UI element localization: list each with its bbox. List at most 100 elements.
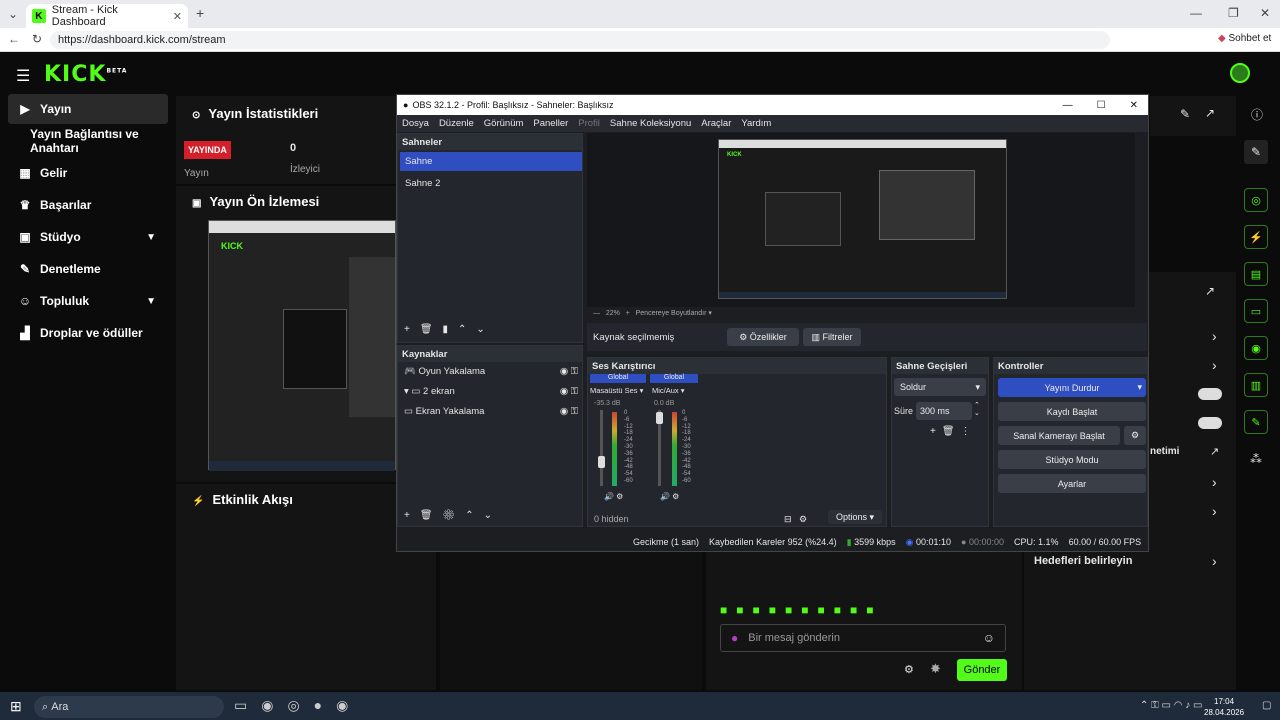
system-tray[interactable]: ⌃ ⚿ ▭ ◠ ♪ ▭ <box>1140 700 1203 711</box>
menu-sahne-koleksiyonu[interactable]: Sahne Koleksiyonu <box>610 118 691 129</box>
stop-stream-button[interactable]: Yayını Durdur ▾ <box>998 378 1146 397</box>
source-item[interactable]: 🎮 Oyun Yakalama ◉ ⚿ <box>404 366 578 377</box>
properties-button[interactable]: ⚙ Özellikler <box>727 328 799 346</box>
source-item[interactable]: ▭ Ekran Yakalama ◉ ⚿ <box>404 406 578 417</box>
menu-paneller[interactable]: Paneller <box>533 118 568 129</box>
start-recording-button[interactable]: Kaydı Başlat <box>998 402 1146 421</box>
options-button[interactable]: Options ▾ <box>828 510 882 524</box>
sidebar-item-denetleme[interactable]: ✎ Denetleme <box>8 254 168 284</box>
ch2-fader-handle[interactable] <box>656 412 663 424</box>
browser-tab[interactable]: K Stream - Kick Dashboard ✕ <box>26 4 188 28</box>
restore-icon[interactable]: ❐ <box>1228 6 1239 20</box>
lightning-icon[interactable]: ⚡ <box>1244 225 1268 249</box>
source-group-item[interactable]: ▾ ▭ 2 ekran ◉ ⚿ <box>404 386 578 397</box>
chat-input[interactable]: ● Bir mesaj gönderin ☺ <box>720 624 1006 652</box>
points-icon[interactable]: ✸ <box>930 661 941 677</box>
menu-yardim[interactable]: Yardım <box>741 118 771 129</box>
windows-start-icon[interactable]: ⊞ <box>10 698 22 715</box>
sidebar-item-topluluk[interactable]: ☺ Topluluk ▼ <box>8 286 168 316</box>
document-icon[interactable]: ▤ <box>1244 262 1268 286</box>
ch1-fader[interactable] <box>600 410 603 486</box>
transition-select[interactable]: Soldur ▾ <box>894 378 986 396</box>
avatar[interactable] <box>1230 63 1250 83</box>
tab-title: Stream - Kick Dashboard <box>51 4 118 28</box>
gear-icon[interactable]: ⚙ <box>1124 426 1146 445</box>
layout-icon[interactable]: ▥ <box>1244 373 1268 397</box>
scene-toolbar[interactable]: +🗑▮⌃⌄ <box>404 324 495 335</box>
menu-profil[interactable]: Profil <box>578 118 600 129</box>
studio-mode-button[interactable]: Stüdyo Modu <box>998 450 1146 469</box>
kick-logo[interactable]: KICKBETA <box>44 62 127 87</box>
chevron-right-icon[interactable]: › <box>1212 357 1217 373</box>
refresh-icon[interactable]: ↻ <box>32 32 42 46</box>
broadcast-icon[interactable]: ◉ <box>1244 336 1268 360</box>
minimize-icon[interactable]: — <box>1063 100 1073 111</box>
close-tab-icon[interactable]: ✕ <box>173 10 182 23</box>
ch1-name[interactable]: Masaüstü Ses ▾ <box>590 386 643 395</box>
wrench-icon[interactable]: ✎ <box>1244 410 1268 434</box>
toggle-switch[interactable] <box>1198 417 1222 429</box>
new-tab-icon[interactable]: + <box>196 5 204 21</box>
sidebar-item-gelir[interactable]: ▦ Gelir <box>8 158 168 188</box>
ch1-mute-icon[interactable]: 🔊 ⚙ <box>604 492 623 501</box>
taskbar-search[interactable]: ⌕ Ara <box>34 696 224 718</box>
settings-button[interactable]: Ayarlar <box>998 474 1146 493</box>
chevron-down-icon: ▾ <box>975 381 980 392</box>
set-goals-label[interactable]: Hedefleri belirleyin <box>1034 555 1132 567</box>
emote-bar[interactable]: ■■■■■■■■■■ <box>720 603 1010 617</box>
edit-icon[interactable]: ✎ <box>1180 107 1190 121</box>
sidebar-item-droplar[interactable]: ▟ Droplar ve ödüller <box>8 318 168 348</box>
filters-button[interactable]: ▥ Filtreler <box>803 328 861 346</box>
popout-icon[interactable]: ↗ <box>1205 284 1215 298</box>
sidebar-item-basarilar[interactable]: ♛ Başarılar <box>8 190 168 220</box>
duration-input[interactable]: 300 ms <box>916 402 972 420</box>
external-link-icon[interactable]: ↗ <box>1210 445 1219 458</box>
chevron-right-icon[interactable]: › <box>1212 553 1217 569</box>
chevron-right-icon[interactable]: › <box>1212 328 1217 344</box>
chevron-right-icon[interactable]: › <box>1212 474 1217 490</box>
pen-icon[interactable]: ✎ <box>1244 140 1268 164</box>
sidebar-item-yayin[interactable]: ▶ Yayın <box>8 94 168 124</box>
back-icon[interactable]: ← <box>8 32 20 46</box>
chevron-right-icon[interactable]: › <box>1212 503 1217 519</box>
obs-status-bar: Gecikme (1 san) Kaybedilen Kareler 952 (… <box>397 533 1148 551</box>
duration-stepper[interactable]: ⌃ ⌄ <box>974 402 980 418</box>
menu-duzenle[interactable]: Düzenle <box>439 118 474 129</box>
filter-icon: ▥ <box>811 331 820 342</box>
info-icon[interactable]: ⓘ <box>1251 106 1263 123</box>
menu-gorunum[interactable]: Görünüm <box>484 118 524 129</box>
zoom-bar[interactable]: — 22% + Pencereye Boyutlandır ▾ <box>593 309 712 317</box>
chat-icon[interactable]: ▭ <box>1244 299 1268 323</box>
tab-list-icon[interactable]: ⌄ <box>8 7 18 21</box>
virtual-camera-button[interactable]: Sanal Kamerayı Başlat <box>998 426 1120 445</box>
menu-icon[interactable]: ☰ <box>16 66 30 86</box>
toggle-switch[interactable] <box>1198 388 1222 400</box>
minimize-icon[interactable]: — <box>1190 6 1202 20</box>
menu-araclar[interactable]: Araçlar <box>701 118 731 129</box>
mixer-layout-icon[interactable]: ⊟ ⚙ <box>784 514 807 525</box>
camera-icon[interactable]: ◎ <box>1244 188 1268 212</box>
maximize-icon[interactable]: ☐ <box>1097 100 1106 111</box>
ch2-mute-icon[interactable]: 🔊 ⚙ <box>660 492 679 501</box>
transition-toolbar[interactable]: +🗑⋮ <box>930 426 977 437</box>
taskbar-apps[interactable]: ▭◉◎●◉ <box>234 697 362 714</box>
ch1-fader-handle[interactable] <box>598 456 605 468</box>
close-window-icon[interactable]: ✕ <box>1260 6 1270 20</box>
taskbar-clock[interactable]: 17:04 28.04.2026 <box>1204 696 1244 718</box>
copilot-chat-button[interactable]: ◆ Sohbet et <box>1218 33 1271 44</box>
scene-item-active[interactable]: Sahne <box>400 152 582 171</box>
apps-icon[interactable]: ⁂ <box>1250 452 1262 466</box>
sidebar-item-studyo[interactable]: ▣ Stüdyo ▼ <box>8 222 168 252</box>
gear-icon[interactable]: ⚙ <box>904 663 914 676</box>
sidebar-item-stream-key[interactable]: Yayın Bağlantısı ve Anahtarı <box>8 126 168 156</box>
popout-icon[interactable]: ↗ <box>1205 106 1215 120</box>
people-icon: ☺ <box>18 294 32 308</box>
url-field[interactable]: https://dashboard.kick.com/stream <box>50 31 1110 49</box>
close-window-icon[interactable]: ✕ <box>1130 100 1138 111</box>
notification-icon[interactable]: ▢ <box>1262 700 1271 711</box>
send-button[interactable]: Gönder <box>957 659 1007 681</box>
scene-item[interactable]: Sahne 2 <box>400 174 582 193</box>
source-toolbar-buttons[interactable]: +🗑⚙⌃⌄ <box>404 510 502 521</box>
menu-dosya[interactable]: Dosya <box>402 118 429 129</box>
ch2-name[interactable]: Mic/Aux ▾ <box>652 386 685 395</box>
